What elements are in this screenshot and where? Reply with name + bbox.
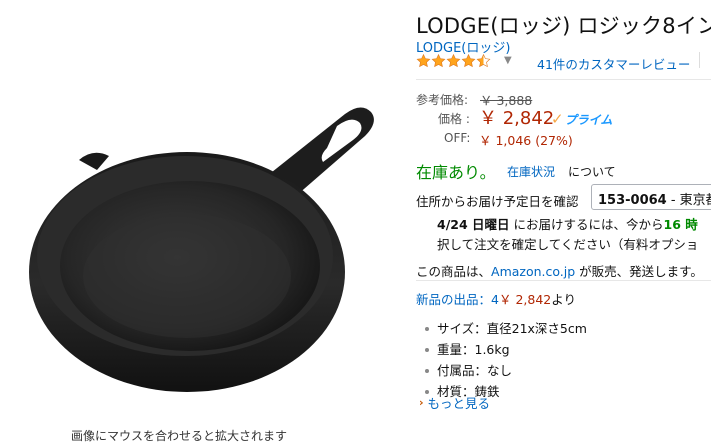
star-icon — [416, 54, 431, 68]
seller-suffix: が販売、発送します。 — [575, 264, 703, 279]
feature-list: サイズ：直径21x深さ5cm 重量：1.6kg 付属品：なし 材質：鋳鉄 — [425, 318, 587, 402]
off-label: OFF: — [444, 131, 471, 145]
delivery-date: 4/24 日曜日 — [437, 217, 510, 232]
divider — [699, 52, 700, 68]
star-rating[interactable] — [416, 54, 491, 68]
chevron-right-icon: › — [419, 396, 424, 409]
product-title: LODGE(ロッジ) ロジック8インチ — [416, 14, 711, 38]
show-more-label: もっと見る — [427, 396, 491, 411]
seller-link[interactable]: Amazon.co.jp — [491, 264, 575, 279]
chevron-down-icon[interactable]: ▼ — [504, 55, 512, 66]
product-image[interactable] — [27, 98, 387, 408]
image-zoom-hint: 画像にマウスを合わせると拡大されます — [71, 429, 288, 443]
price-label: 価格 : — [438, 112, 470, 126]
divider — [416, 79, 711, 80]
new-offers-suffix: より — [551, 292, 576, 307]
zip-area: - 東京都 — [670, 193, 711, 208]
prime-check-icon: ✓ — [551, 110, 564, 128]
new-offers: 新品の出品：4￥ 2,842より — [416, 289, 576, 308]
new-offers-link[interactable]: 新品の出品：4 — [416, 292, 499, 307]
zip-code: 153-0064 — [598, 193, 667, 208]
divider — [416, 280, 711, 281]
seller-prefix: この商品は、 — [416, 264, 492, 279]
list-item: 付属品：なし — [425, 360, 587, 381]
list-item: サイズ：直径21x深さ5cm — [425, 318, 587, 339]
show-more-link[interactable]: › もっと見る — [419, 393, 490, 412]
new-offers-price: ￥ 2,842 — [498, 292, 552, 307]
list-price-label: 参考価格: — [416, 93, 469, 107]
stock-status-suffix: について — [568, 165, 616, 179]
star-icon — [461, 54, 476, 68]
delivery-line2: 択して注文を確定してください（有料オプショ — [437, 237, 699, 252]
price: ￥ 2,842 — [479, 108, 555, 129]
delivery-date-line: 4/24 日曜日 にお届けするには、今から16 時 — [437, 214, 698, 233]
star-icon — [431, 54, 446, 68]
delivery-mid: にお届けするには、今から — [509, 217, 664, 232]
address-selector-text: 153-0064 - 東京都 — [598, 189, 711, 208]
reviews-link[interactable]: 41件のカスタマーレビュー — [537, 54, 690, 73]
stock-status-link[interactable]: 在庫状況 — [507, 163, 555, 180]
star-icon — [446, 54, 461, 68]
prime-label: プライム — [564, 112, 613, 127]
delivery-hours: 16 時 — [663, 217, 698, 232]
list-item: 重量：1.6kg — [425, 339, 587, 360]
in-stock-status: 在庫あり。 — [416, 163, 496, 182]
delivery-label: 住所からお届け予定日を確認 — [416, 194, 579, 209]
half-star-icon — [476, 54, 491, 68]
seller-line: この商品は、Amazon.co.jp が販売、発送します。 — [416, 261, 703, 280]
off-value: ￥ 1,046 (27%) — [479, 133, 573, 148]
prime-badge[interactable]: ✓ プライム — [551, 110, 612, 128]
